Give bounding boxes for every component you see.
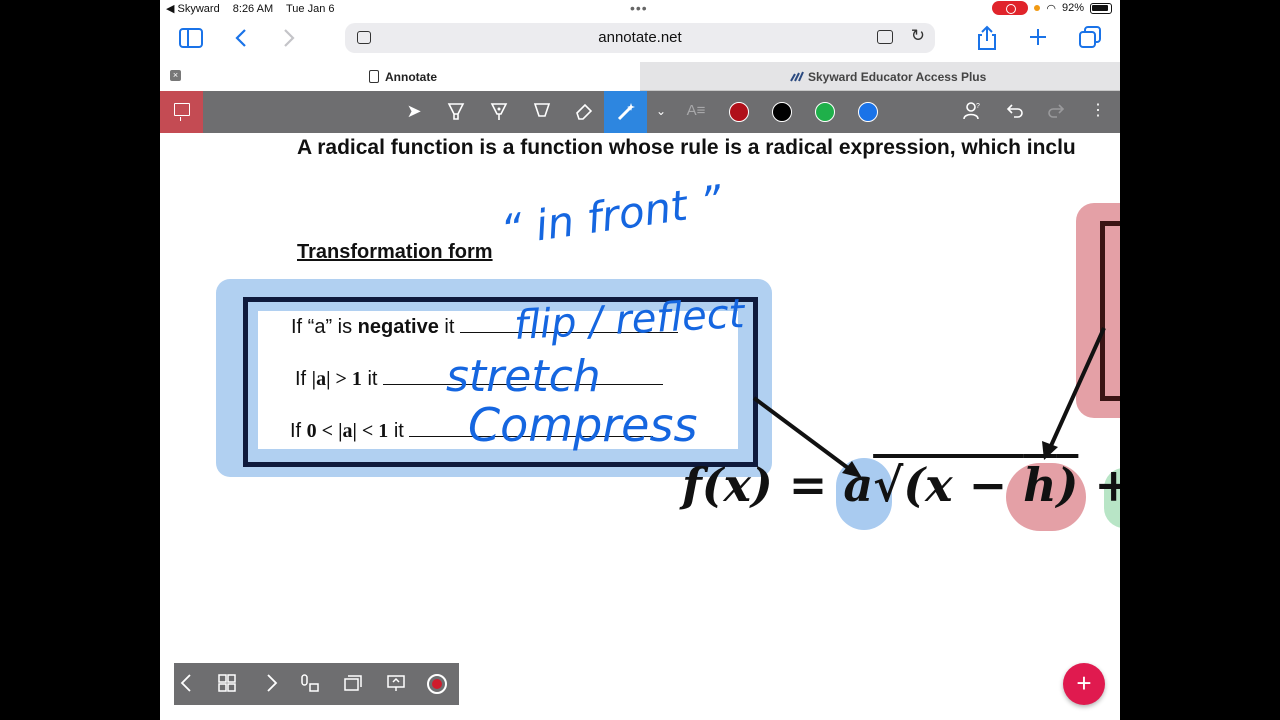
color-black-swatch[interactable]	[772, 102, 792, 122]
arrow-to-a	[752, 327, 1106, 478]
tab-annotate[interactable]: × Annotate	[160, 62, 640, 91]
record-button[interactable]	[427, 674, 447, 694]
mic-indicator-icon	[1034, 5, 1041, 11]
tab-overview-icon[interactable]	[1079, 26, 1101, 48]
ipad-screen: ◀ Skyward 8:26 AM Tue Jan 6 ••• ◠ 92% an…	[160, 0, 1120, 720]
tab-skyward[interactable]: Skyward Educator Access Plus	[640, 62, 1120, 91]
screen-recording-icon[interactable]	[992, 1, 1029, 15]
status-date: Tue Jan 6	[285, 3, 335, 15]
grid-view-icon[interactable]	[215, 673, 239, 693]
back-icon[interactable]	[234, 28, 248, 48]
document-icon	[369, 70, 379, 83]
skyward-logo-icon	[790, 71, 804, 82]
address-bar[interactable]: annotate.net ↻	[345, 23, 935, 53]
user-add-icon[interactable]: ?	[960, 101, 984, 121]
status-time: 8:26 AM	[232, 3, 274, 15]
document-page[interactable]: A radical function is a function whose r…	[174, 133, 1120, 720]
more-options-icon[interactable]: ⋮	[1086, 101, 1110, 121]
browser-toolbar: annotate.net ↻	[160, 18, 1120, 62]
select-icon[interactable]: ➤	[402, 101, 426, 121]
previous-page-icon[interactable]	[174, 673, 198, 693]
pen-icon[interactable]	[487, 101, 511, 121]
extensions-icon[interactable]	[877, 30, 893, 44]
text-icon[interactable]: A≡	[684, 101, 708, 121]
battery-percent: 92%	[1061, 2, 1084, 14]
color-green-swatch[interactable]	[815, 102, 835, 122]
bottom-toolbar	[174, 663, 459, 705]
audio-video-icon[interactable]	[298, 673, 322, 693]
add-button[interactable]: +	[1063, 663, 1105, 705]
magic-pen-icon	[617, 103, 635, 121]
sidebar-icon[interactable]	[179, 28, 203, 48]
svg-text:?: ?	[976, 103, 980, 110]
highlighter-icon[interactable]	[444, 101, 468, 121]
forward-icon[interactable]	[282, 28, 296, 48]
undo-icon[interactable]	[1003, 101, 1027, 121]
color-blue-swatch[interactable]	[858, 102, 878, 122]
tab-bar: × Annotate Skyward Educator Access Plus	[160, 62, 1120, 91]
marker-icon[interactable]	[530, 101, 554, 121]
redo-icon[interactable]	[1044, 101, 1068, 121]
close-tab-icon[interactable]: ×	[170, 70, 181, 81]
wifi-icon: ◠	[1046, 2, 1056, 15]
new-tab-icon[interactable]	[1028, 27, 1048, 47]
screen-share-icon[interactable]	[384, 673, 408, 693]
share-icon[interactable]	[976, 25, 998, 51]
annotate-toolbar: ➤ ⌄ A≡ ? ⋮	[160, 91, 1120, 133]
next-page-icon[interactable]	[260, 673, 284, 693]
tab-label: Annotate	[385, 70, 437, 84]
eraser-icon[interactable]	[572, 101, 596, 121]
url-text: annotate.net	[598, 29, 682, 46]
back-to-app-link[interactable]: ◀ Skyward	[166, 3, 220, 15]
tab-label: Skyward Educator Access Plus	[808, 70, 987, 84]
battery-icon	[1090, 2, 1112, 14]
magic-pen-button[interactable]	[604, 91, 647, 133]
multitask-dots-icon[interactable]: •••	[630, 0, 648, 16]
chevron-down-icon[interactable]: ⌄	[649, 101, 673, 121]
presentation-icon	[174, 103, 190, 121]
color-red-swatch[interactable]	[729, 102, 749, 122]
pages-icon[interactable]	[341, 673, 365, 693]
present-button[interactable]	[160, 91, 203, 133]
reload-icon[interactable]: ↻	[911, 26, 925, 46]
status-bar: ◀ Skyward 8:26 AM Tue Jan 6 ••• ◠ 92%	[160, 0, 1120, 18]
